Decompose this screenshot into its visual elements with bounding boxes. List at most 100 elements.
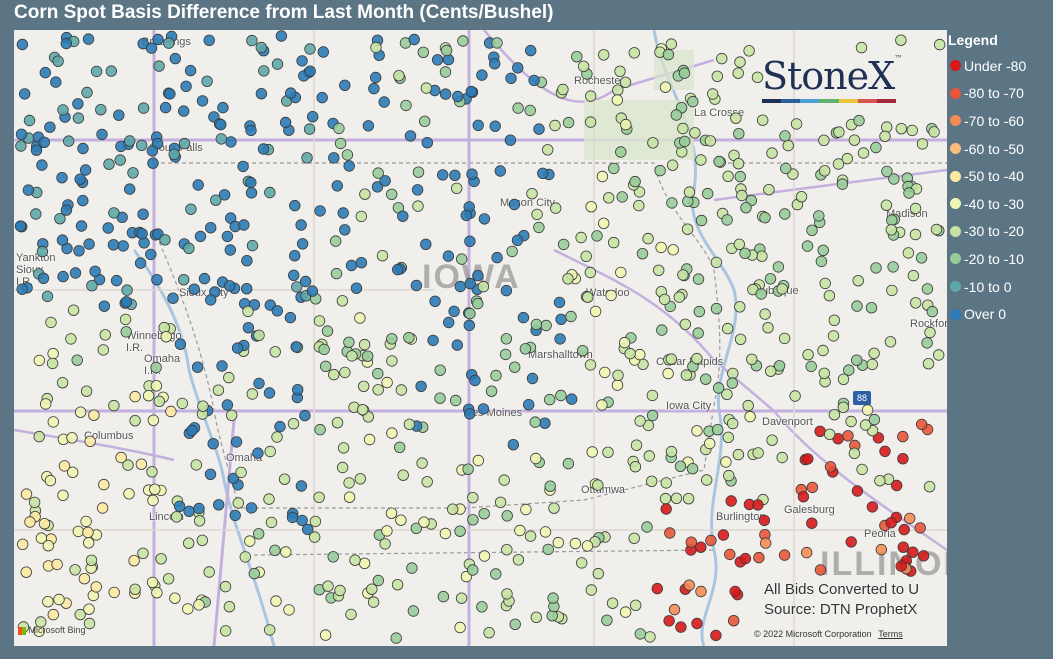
basis-point[interactable] (734, 56, 746, 68)
basis-point[interactable] (334, 137, 347, 150)
basis-point[interactable] (701, 474, 713, 486)
basis-point[interactable] (641, 521, 653, 533)
basis-point[interactable] (576, 557, 588, 569)
basis-point[interactable] (897, 453, 909, 465)
basis-point[interactable] (752, 499, 764, 511)
basis-point[interactable] (219, 580, 232, 593)
basis-point[interactable] (180, 80, 192, 93)
basis-point[interactable] (680, 369, 693, 381)
basis-point[interactable] (372, 574, 385, 587)
basis-point[interactable] (412, 166, 425, 178)
basis-point[interactable] (529, 416, 541, 428)
basis-point[interactable] (129, 415, 141, 427)
basis-point[interactable] (505, 72, 517, 85)
basis-point[interactable] (695, 541, 707, 553)
basis-point[interactable] (442, 250, 455, 262)
basis-point[interactable] (245, 502, 258, 514)
basis-point[interactable] (84, 435, 96, 448)
basis-point[interactable] (223, 371, 235, 384)
basis-point[interactable] (921, 283, 934, 295)
basis-point[interactable] (339, 224, 351, 236)
basis-point[interactable] (370, 71, 382, 84)
basis-point[interactable] (245, 187, 258, 199)
basis-point[interactable] (129, 583, 141, 596)
legend-item[interactable]: Over 0 (948, 300, 1053, 328)
basis-point[interactable] (390, 632, 402, 644)
basis-point[interactable] (478, 508, 490, 520)
basis-point[interactable] (476, 69, 488, 81)
basis-point[interactable] (20, 488, 33, 500)
basis-point[interactable] (198, 272, 211, 285)
basis-point[interactable] (848, 134, 861, 146)
basis-point[interactable] (63, 135, 75, 147)
basis-point[interactable] (764, 273, 777, 285)
basis-point[interactable] (337, 442, 350, 454)
basis-point[interactable] (598, 49, 610, 61)
basis-point[interactable] (452, 90, 464, 103)
basis-point[interactable] (304, 43, 316, 55)
basis-point[interactable] (544, 393, 556, 406)
basis-point[interactable] (596, 170, 609, 183)
basis-point[interactable] (592, 567, 605, 580)
basis-point[interactable] (295, 219, 307, 231)
basis-point[interactable] (483, 627, 495, 639)
basis-point[interactable] (177, 105, 190, 117)
basis-point[interactable] (292, 384, 304, 396)
basis-point[interactable] (242, 322, 255, 334)
basis-point[interactable] (30, 208, 42, 220)
basis-point[interactable] (653, 264, 665, 277)
basis-point[interactable] (303, 123, 316, 135)
basis-point[interactable] (354, 473, 367, 485)
basis-point[interactable] (90, 65, 103, 78)
basis-point[interactable] (828, 314, 841, 327)
basis-point[interactable] (265, 516, 278, 529)
basis-point[interactable] (530, 318, 543, 331)
basis-point[interactable] (526, 187, 538, 200)
basis-point[interactable] (330, 267, 343, 280)
basis-point[interactable] (498, 474, 510, 486)
basis-point[interactable] (691, 425, 703, 437)
basis-point[interactable] (504, 134, 517, 146)
basis-point[interactable] (727, 367, 739, 380)
basis-point[interactable] (817, 344, 829, 357)
basis-point[interactable] (47, 416, 60, 428)
basis-point[interactable] (679, 318, 692, 331)
basis-point[interactable] (855, 41, 868, 54)
basis-point[interactable] (183, 505, 195, 518)
basis-point[interactable] (642, 232, 654, 245)
basis-point[interactable] (239, 551, 252, 563)
basis-point[interactable] (358, 557, 371, 570)
basis-point[interactable] (683, 579, 695, 591)
basis-point[interactable] (95, 103, 107, 116)
basis-point[interactable] (634, 415, 646, 427)
basis-point[interactable] (230, 436, 243, 448)
basis-point[interactable] (533, 221, 545, 234)
basis-point[interactable] (887, 261, 899, 273)
basis-point[interactable] (490, 369, 502, 382)
basis-point[interactable] (363, 433, 376, 446)
basis-point[interactable] (790, 118, 803, 130)
basis-point[interactable] (83, 603, 95, 615)
basis-point[interactable] (309, 531, 321, 543)
basis-point[interactable] (313, 315, 326, 327)
basis-point[interactable] (813, 210, 825, 222)
basis-point[interactable] (164, 88, 176, 100)
basis-point[interactable] (376, 249, 389, 262)
basis-point[interactable] (288, 269, 300, 282)
basis-point[interactable] (465, 85, 478, 98)
basis-point[interactable] (762, 322, 774, 334)
basis-point[interactable] (36, 159, 48, 171)
basis-point[interactable] (155, 553, 167, 565)
basis-point[interactable] (449, 169, 461, 182)
basis-point[interactable] (15, 140, 27, 152)
basis-point[interactable] (296, 55, 308, 67)
basis-point[interactable] (586, 446, 598, 458)
basis-point[interactable] (634, 348, 646, 361)
basis-point[interactable] (711, 70, 724, 83)
basis-point[interactable] (320, 360, 332, 373)
basis-point[interactable] (217, 101, 229, 114)
basis-point[interactable] (634, 628, 647, 640)
basis-point[interactable] (434, 364, 446, 376)
basis-point[interactable] (190, 459, 203, 471)
basis-point[interactable] (928, 126, 940, 138)
